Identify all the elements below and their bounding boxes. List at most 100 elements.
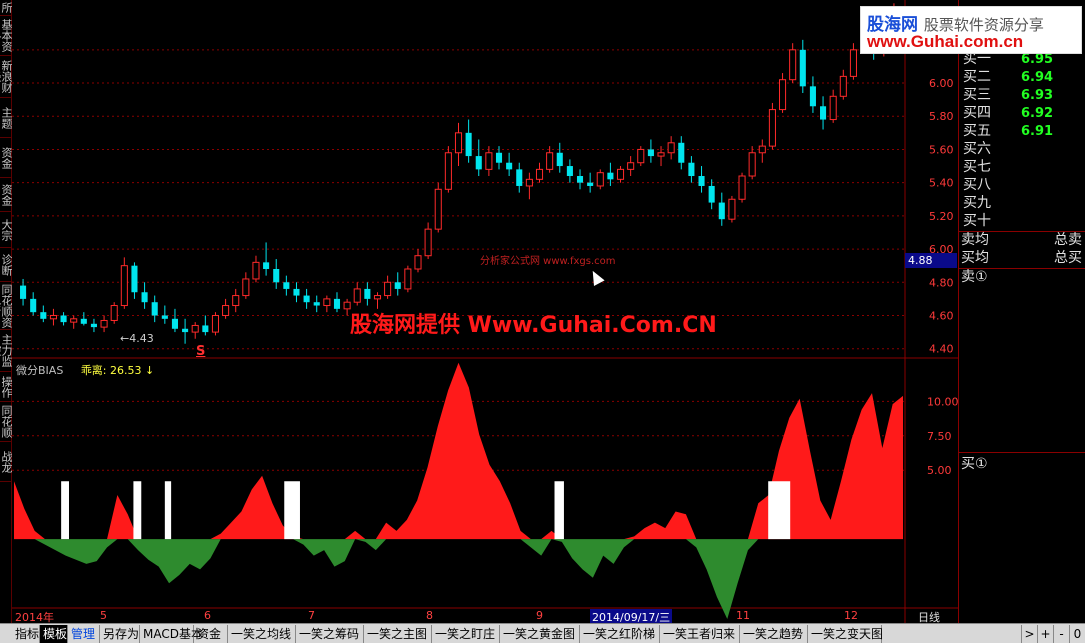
date-axis: 2014年 5 6 7 8 9 2014/09/17/三 11 12 日线	[12, 609, 958, 625]
bottom-tab-13[interactable]: 一笑之趋势	[740, 625, 808, 643]
candle-body	[556, 152, 563, 167]
price-axis-label: 4.80	[929, 276, 954, 289]
candle-body	[90, 323, 97, 328]
left-tab-0[interactable]: 所	[0, 0, 12, 16]
bottom-tab-6[interactable]: 一笑之均线	[228, 625, 296, 643]
candle-body	[120, 265, 128, 307]
left-tab-7[interactable]: 诊断	[0, 248, 12, 282]
candle-body	[333, 298, 341, 309]
order-book-price: 6.94	[1021, 70, 1054, 85]
candle-body	[616, 168, 625, 180]
date-label-11: 11	[736, 609, 750, 622]
bias-axis-label: 10.00	[927, 395, 958, 408]
indicator-label: 乖离:	[80, 364, 107, 377]
left-tab-4[interactable]: 资金	[0, 138, 12, 178]
bottom-tab-12[interactable]: 一笑王者归来	[660, 625, 740, 643]
buy-avg-label: 买均	[961, 250, 989, 266]
candle-body	[738, 175, 746, 200]
candle-body	[40, 312, 47, 319]
candle-body	[698, 176, 705, 186]
order-book-label: 买三	[963, 87, 991, 103]
candle-body	[657, 152, 665, 157]
price-axis-label: 4.40	[929, 343, 954, 356]
left-tab-3[interactable]: 主题	[0, 98, 12, 138]
left-tab-10[interactable]: 操作	[0, 372, 12, 402]
bottom-tab-0[interactable]: 指标	[12, 625, 40, 643]
buy-avg-row: 买均 总买	[961, 249, 1084, 267]
order-book-row: 买三 6.93	[961, 86, 1084, 105]
candle-body	[49, 314, 57, 320]
candle-body	[839, 75, 847, 97]
candle-body	[779, 79, 787, 111]
candle-body	[789, 49, 797, 81]
reset-button[interactable]: 0	[1069, 625, 1085, 643]
logo-url: www.Guhai.com.cn	[867, 32, 1024, 51]
zoom-out-button[interactable]: -	[1053, 625, 1069, 643]
left-tab-2[interactable]: 新浪财经	[0, 56, 12, 98]
bottom-tab-1[interactable]: 模板	[40, 625, 68, 643]
left-tab-8[interactable]: 同花顺资金	[0, 282, 12, 330]
low-price-marker: ←4.43	[120, 332, 154, 345]
left-tab-12[interactable]: 战龙	[0, 442, 12, 482]
candle-body	[718, 202, 725, 220]
sell-avg-row: 卖均 总卖	[961, 231, 1084, 249]
order-book-label: 买四	[963, 105, 991, 121]
site-logo: 股海网 股票软件资源分享 www.Guhai.com.cn	[860, 6, 1082, 54]
candle-body	[323, 298, 331, 307]
bias-axis-label: 7.50	[927, 430, 952, 443]
bottom-tab-14[interactable]: 一笑之变天图	[808, 625, 883, 643]
order-book-price: 6.91	[1021, 124, 1054, 139]
bottom-tab-10[interactable]: 一笑之黄金图	[500, 625, 580, 643]
candle-body	[587, 182, 594, 186]
bottom-tab-9[interactable]: 一笑之盯庄	[432, 625, 500, 643]
bottom-tab-5[interactable]: 资金	[194, 625, 228, 643]
candle-body	[627, 162, 635, 170]
candle-body	[596, 172, 604, 187]
indicator-name[interactable]: 微分BIAS	[16, 364, 63, 377]
candle-body	[495, 152, 503, 163]
candle-body	[546, 152, 554, 170]
left-tab-9[interactable]: 主力监控	[0, 330, 12, 372]
bottom-tab-11[interactable]: 一笑之红阶梯	[580, 625, 660, 643]
order-book-row: 买六	[961, 140, 1084, 159]
bottom-tab-8[interactable]: 一笑之主图	[364, 625, 432, 643]
scroll-right-button[interactable]: >	[1021, 625, 1037, 643]
candle-body	[678, 142, 685, 163]
candle-body	[110, 305, 118, 321]
zoom-in-button[interactable]: +	[1037, 625, 1053, 643]
candle-body	[60, 315, 67, 323]
candle-body	[667, 142, 675, 154]
date-label-8: 8	[426, 609, 433, 622]
order-book-label: 买十	[963, 213, 991, 229]
buy-total-label: 总买	[1054, 250, 1082, 266]
bottom-tab-7[interactable]: 一笑之筹码	[296, 625, 364, 643]
big-watermark: 股海网提供 Www.Guhai.Com.CN	[350, 313, 717, 338]
order-book-label: 买七	[963, 159, 991, 175]
candle-body	[820, 106, 827, 120]
bottom-tab-4[interactable]: MACD基本	[140, 625, 203, 643]
left-tab-6[interactable]: 大宗	[0, 212, 12, 248]
candle-body	[211, 314, 220, 333]
order-book-label: 买九	[963, 195, 991, 211]
left-tab-1[interactable]: 基本资料	[0, 16, 12, 56]
price-axis-label: 5.60	[929, 143, 954, 156]
price-axis-label: 5.20	[929, 210, 954, 223]
candle-body	[141, 292, 148, 303]
candle-body	[100, 319, 108, 328]
candle-body	[151, 302, 158, 316]
candle-body	[809, 86, 816, 107]
candle-body	[485, 152, 493, 170]
left-tab-11[interactable]: 同花顺	[0, 402, 12, 442]
candle-body	[525, 178, 533, 187]
bottom-tab-2[interactable]: 管理	[68, 625, 100, 643]
order-book-label: 买五	[963, 123, 991, 139]
buy1-row: 买①	[961, 455, 1084, 473]
candle-body	[849, 49, 857, 77]
left-tab-5[interactable]: 资金	[0, 178, 12, 212]
candle-body	[799, 49, 806, 87]
candle-body	[535, 168, 544, 180]
candle-body	[566, 166, 573, 177]
order-book-label: 买二	[963, 69, 991, 85]
order-book-price: 6.92	[1021, 106, 1054, 121]
bottom-tab-3[interactable]: 另存为	[100, 625, 140, 643]
